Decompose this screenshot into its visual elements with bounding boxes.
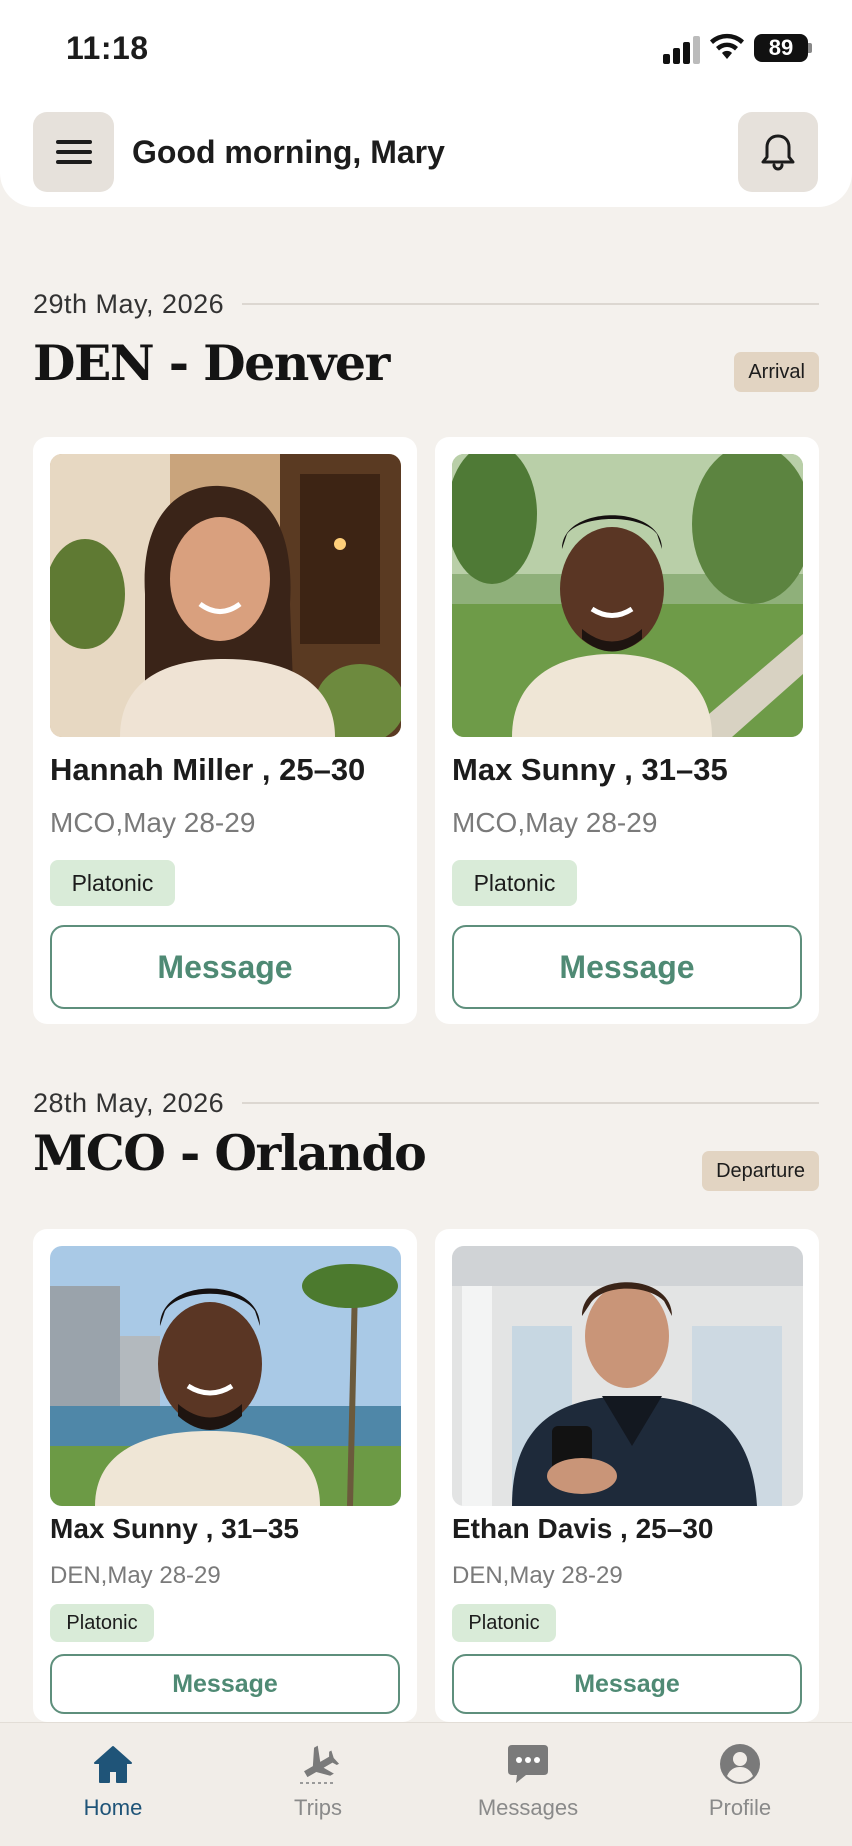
traveler-origin-dates: MCO,May 28-29 bbox=[50, 807, 256, 838]
profile-photo bbox=[452, 1246, 803, 1506]
traveler-origin-dates: DEN,May 28-29 bbox=[50, 1562, 221, 1589]
traveler-origin-dates: MCO,May 28-29 bbox=[452, 807, 658, 838]
trip-type-badge: Arrival bbox=[734, 352, 819, 392]
section-date: 28th May, 2026 bbox=[33, 1087, 225, 1118]
section-date-row: 28th May, 2026 bbox=[33, 1083, 819, 1123]
date-divider bbox=[242, 1102, 819, 1104]
menu-button[interactable] bbox=[33, 112, 114, 192]
connection-type-tag: Platonic bbox=[50, 1604, 154, 1642]
nav-trips[interactable]: Trips bbox=[248, 1741, 388, 1821]
chat-bubble-icon bbox=[508, 1745, 548, 1783]
user-circle-icon bbox=[720, 1744, 760, 1784]
message-button[interactable]: Message bbox=[452, 925, 802, 1009]
bell-icon bbox=[761, 134, 795, 171]
nav-label: Profile bbox=[708, 1795, 772, 1820]
section-date-row: 29th May, 2026 bbox=[33, 284, 819, 324]
message-button[interactable]: Message bbox=[50, 1654, 400, 1714]
date-divider bbox=[242, 303, 819, 305]
traveler-name: Max Sunny , 31–35 bbox=[452, 752, 728, 787]
connection-type-tag: Platonic bbox=[452, 860, 577, 906]
status-time: 11:18 bbox=[66, 30, 149, 66]
traveler-card[interactable]: Max Sunny , 31–35 MCO,May 28-29 Platonic… bbox=[435, 437, 819, 1024]
greeting-text: Good morning, Mary bbox=[132, 134, 445, 170]
nav-label: Messages bbox=[477, 1795, 579, 1820]
traveler-name: Hannah Miller , 25–30 bbox=[50, 752, 366, 787]
airplane-icon bbox=[300, 1745, 340, 1784]
battery-nub bbox=[808, 43, 812, 53]
top-bar: 11:18 89 Good morning, Mary bbox=[0, 0, 852, 207]
traveler-name: Max Sunny , 31–35 bbox=[50, 1513, 300, 1544]
traveler-card[interactable]: Max Sunny , 31–35 DEN,May 28-29 Platonic… bbox=[33, 1229, 417, 1722]
nav-label: Home bbox=[83, 1795, 143, 1820]
status-bar: 11:18 89 bbox=[0, 0, 852, 100]
nav-messages[interactable]: Messages bbox=[458, 1741, 598, 1821]
nav-label: Trips bbox=[293, 1795, 343, 1820]
traveler-card[interactable]: Hannah Miller , 25–30 MCO,May 28-29 Plat… bbox=[33, 437, 417, 1024]
bottom-nav: Home Trips Messages Profile bbox=[0, 1722, 852, 1846]
city-title: DEN - Denver bbox=[33, 334, 390, 392]
trip-type-badge: Departure bbox=[702, 1151, 819, 1191]
notifications-button[interactable] bbox=[738, 112, 818, 192]
trip-section-orlando: 28th May, 2026 MCO - Orlando Departure M… bbox=[33, 1083, 819, 1723]
hamburger-menu-icon bbox=[55, 140, 92, 164]
city-title: MCO - Orlando bbox=[33, 1124, 427, 1182]
traveler-origin-dates: DEN,May 28-29 bbox=[452, 1562, 623, 1589]
connection-type-tag: Platonic bbox=[452, 1604, 556, 1642]
profile-photo bbox=[50, 1246, 401, 1506]
home-icon bbox=[94, 1746, 132, 1783]
traveler-card[interactable]: Ethan Davis , 25–30 DEN,May 28-29 Platon… bbox=[435, 1229, 819, 1722]
profile-photo bbox=[452, 454, 803, 737]
trip-section-denver: 29th May, 2026 DEN - Denver Arrival Hann… bbox=[33, 284, 819, 1024]
section-date: 29th May, 2026 bbox=[33, 288, 225, 319]
traveler-name: Ethan Davis , 25–30 bbox=[452, 1513, 714, 1544]
nav-profile[interactable]: Profile bbox=[670, 1741, 810, 1821]
message-button[interactable]: Message bbox=[50, 925, 400, 1009]
message-button[interactable]: Message bbox=[452, 1654, 802, 1714]
nav-home[interactable]: Home bbox=[43, 1741, 183, 1821]
connection-type-tag: Platonic bbox=[50, 860, 175, 906]
wifi-icon bbox=[710, 33, 744, 59]
cellular-signal-icon bbox=[663, 34, 701, 64]
battery-indicator: 89 bbox=[754, 34, 808, 62]
profile-photo bbox=[50, 454, 401, 737]
